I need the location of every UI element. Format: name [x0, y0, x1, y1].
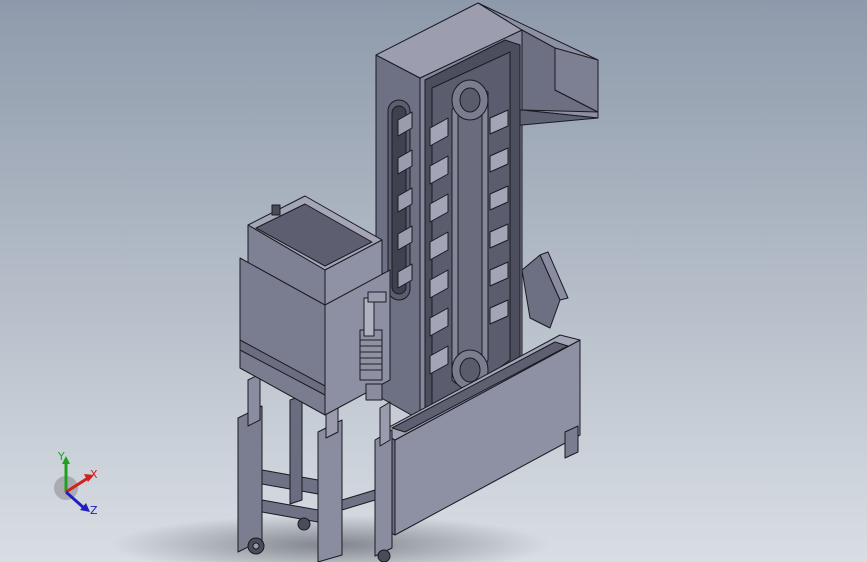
elevator-belt[interactable]	[451, 79, 489, 391]
bucket-elevator-model[interactable]	[0, 0, 867, 562]
x-axis-label: X	[90, 468, 98, 481]
y-axis-label: Y	[57, 450, 65, 463]
z-axis-label: Z	[90, 504, 98, 517]
cad-viewport[interactable]: Y X Z	[0, 0, 867, 562]
orientation-triad[interactable]: Y X Z	[44, 448, 114, 518]
